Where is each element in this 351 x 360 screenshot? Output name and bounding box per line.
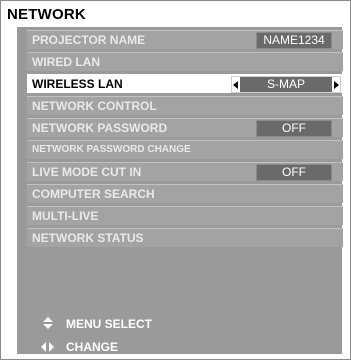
- legend-change: CHANGE: [41, 339, 291, 355]
- menu-item-wireless-lan[interactable]: WIRELESS LAN S-MAP: [27, 74, 343, 93]
- menu-item-live-mode-cut-in[interactable]: LIVE MODE CUT IN OFF: [27, 162, 343, 181]
- projector-name-value: NAME1234: [256, 32, 332, 49]
- up-down-arrows-icon: [41, 316, 55, 332]
- menu-list: PROJECTOR NAME NAME1234 WIRED LAN WIRELE…: [27, 30, 343, 250]
- menu-item-multi-live[interactable]: MULTI-LIVE: [27, 206, 343, 225]
- menu-item-label: NETWORK CONTROL: [32, 99, 157, 113]
- wireless-lan-value: S-MAP: [240, 77, 332, 92]
- menu-title: NETWORK: [7, 6, 86, 23]
- menu-item-label: NETWORK STATUS: [32, 231, 144, 245]
- menu-item-network-password[interactable]: NETWORK PASSWORD OFF: [27, 118, 343, 137]
- wireless-lan-selector[interactable]: S-MAP: [231, 76, 341, 93]
- menu-item-label: WIRELESS LAN: [32, 77, 123, 91]
- menu-item-wired-lan[interactable]: WIRED LAN: [27, 52, 343, 71]
- legend-menu-select-label: MENU SELECT: [66, 317, 153, 331]
- menu-item-label: LIVE MODE CUT IN: [32, 165, 142, 179]
- menu-item-projector-name[interactable]: PROJECTOR NAME NAME1234: [27, 30, 343, 49]
- live-mode-cut-in-value: OFF: [256, 164, 332, 181]
- menu-item-computer-search[interactable]: COMPUTER SEARCH: [27, 184, 343, 203]
- menu-item-label: COMPUTER SEARCH: [32, 187, 155, 201]
- menu-item-network-control[interactable]: NETWORK CONTROL: [27, 96, 343, 115]
- arrow-right-icon[interactable]: [334, 81, 339, 89]
- menu-item-label: PROJECTOR NAME: [32, 33, 146, 47]
- legend-change-label: CHANGE: [66, 340, 119, 354]
- menu-item-label: MULTI-LIVE: [32, 209, 99, 223]
- legend-menu-select: MENU SELECT: [41, 316, 291, 332]
- menu-item-label: WIRED LAN: [32, 55, 100, 69]
- arrow-left-icon[interactable]: [233, 81, 238, 89]
- menu-item-label: NETWORK PASSWORD CHANGE: [32, 144, 191, 155]
- network-menu-window: NETWORK PROJECTOR NAME NAME1234 WIRED LA…: [0, 0, 351, 360]
- menu-item-network-status[interactable]: NETWORK STATUS: [27, 228, 343, 247]
- left-right-arrows-icon: [41, 339, 55, 355]
- network-password-value: OFF: [256, 120, 332, 137]
- menu-item-label: NETWORK PASSWORD: [32, 121, 168, 135]
- menu-item-network-password-change[interactable]: NETWORK PASSWORD CHANGE: [27, 140, 343, 159]
